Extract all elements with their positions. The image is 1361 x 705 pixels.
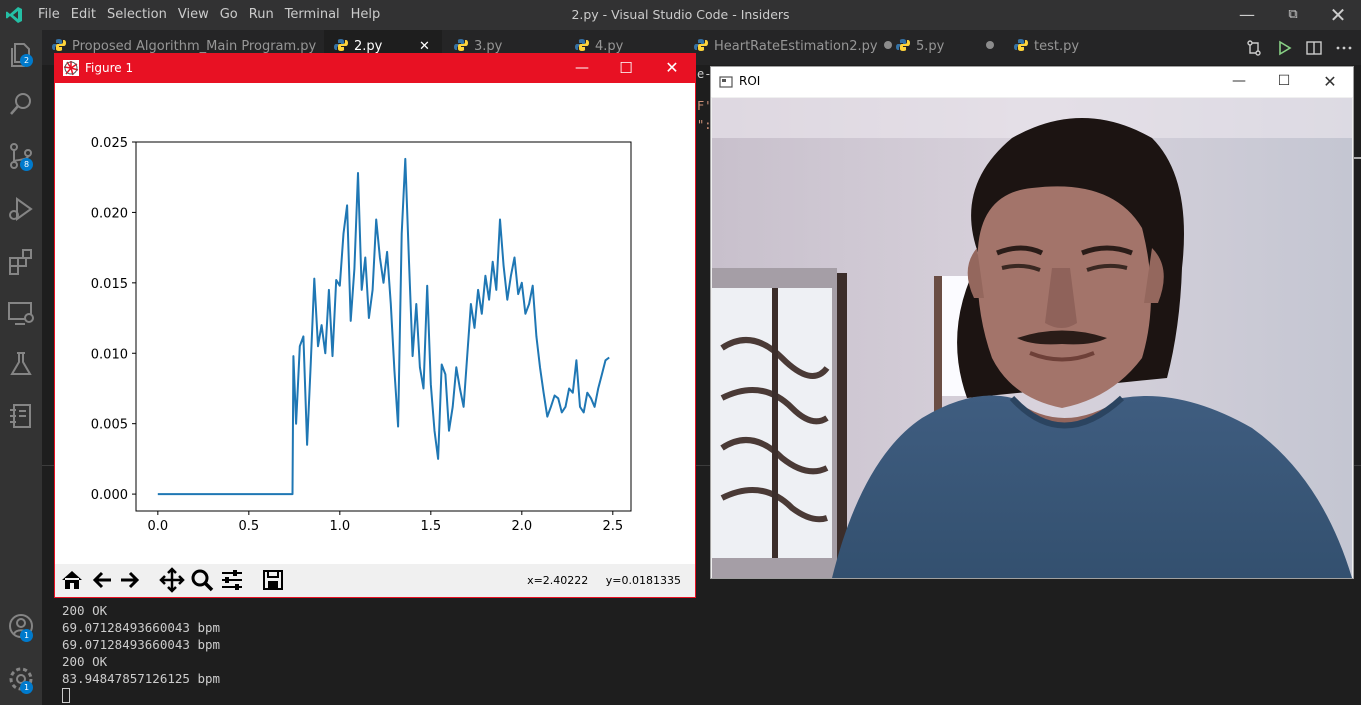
figure-minimize-icon[interactable]: — — [560, 54, 604, 83]
roi-title: ROI — [739, 74, 761, 88]
compare-changes-icon[interactable] — [1245, 39, 1263, 57]
figure-title-bar[interactable]: Figure 1 — ☐ ✕ — [55, 54, 695, 83]
terminal-line: 69.07128493660043 bpm — [62, 620, 221, 635]
terminal-line: 83.94847857126125 bpm — [62, 671, 221, 686]
terminal-line: 200 OK — [62, 654, 108, 669]
x-tick-label: 0.5 — [238, 519, 259, 534]
back-arrow-icon[interactable] — [89, 567, 115, 593]
vscode-logo-icon — [6, 7, 22, 23]
zoom-icon[interactable] — [189, 567, 215, 593]
tab-label: 2.py — [354, 39, 383, 54]
cursor-coordinates: x=2.40222 y=0.0181335 — [527, 574, 681, 587]
python-file-icon — [454, 39, 468, 51]
unsaved-dot-icon[interactable] — [986, 41, 995, 49]
extensions-icon[interactable] — [5, 245, 37, 277]
close-icon[interactable]: ✕ — [1315, 0, 1361, 30]
menu-view[interactable]: View — [178, 0, 216, 30]
tab-label: 4.py — [595, 39, 624, 54]
terminal-line: 200 OK — [62, 603, 108, 618]
roi-minimize-icon[interactable]: — — [1216, 67, 1262, 97]
plot-canvas[interactable]: 0.0 0.5 1.0 1.5 2.0 2.5 0.000 0.005 0.010 0.015 0.… — [55, 83, 695, 563]
y-tick-label: 0.015 — [91, 277, 128, 292]
figure-title: Figure 1 — [85, 61, 134, 75]
pan-icon[interactable] — [159, 567, 185, 593]
terminal-output: 200 OK 69.07128493660043 bpm 69.0712849366… — [62, 602, 220, 704]
y-tick-label: 0.000 — [91, 488, 128, 503]
activity-bar: 2 8 1 1 — [0, 30, 42, 705]
roi-close-icon[interactable]: ✕ — [1307, 67, 1353, 97]
x-tick-label: 2.0 — [511, 519, 532, 534]
y-tick-label: 0.025 — [91, 136, 128, 151]
run-debug-icon[interactable] — [5, 193, 37, 225]
python-file-icon — [1014, 39, 1028, 51]
home-icon[interactable] — [59, 567, 85, 593]
testing-icon[interactable] — [5, 348, 37, 380]
terminal-line: 69.07128493660043 bpm — [62, 637, 221, 652]
explorer-badge: 2 — [20, 54, 33, 67]
x-tick-label: 1.5 — [420, 519, 441, 534]
tab-label: HeartRateEstimation2.py — [714, 39, 878, 54]
tab-test-py[interactable]: test.py — [1014, 30, 1124, 65]
series-line — [157, 157, 610, 496]
minimize-icon[interactable]: — — [1224, 0, 1270, 30]
y-tick-label: 0.005 — [91, 418, 128, 433]
unsaved-dot-icon[interactable] — [883, 41, 892, 49]
accounts-badge: 1 — [20, 629, 33, 642]
axes-frame — [135, 141, 632, 512]
tab-label: test.py — [1034, 39, 1080, 54]
menu-edit[interactable]: Edit — [71, 0, 103, 30]
menu-go[interactable]: Go — [220, 0, 245, 30]
y-tick-label: 0.020 — [91, 206, 128, 221]
notebook-icon[interactable] — [5, 400, 37, 432]
matplotlib-icon — [63, 60, 79, 76]
tab-heartrateestimation2[interactable]: HeartRateEstimation2.py — [694, 30, 892, 65]
opencv-window-icon — [719, 76, 733, 88]
tab-label: 3.py — [474, 39, 503, 54]
menu-help[interactable]: Help — [351, 0, 388, 30]
figure-toolbar: x=2.40222 y=0.0181335 — [55, 564, 695, 597]
python-file-icon — [575, 39, 589, 51]
python-file-icon — [52, 39, 66, 51]
y-tick-label: 0.010 — [91, 347, 128, 362]
x-tick-label: 0.0 — [147, 519, 168, 534]
python-file-icon — [694, 39, 708, 51]
scrollbar-marker — [1354, 157, 1361, 159]
terminal-cursor[interactable] — [62, 688, 70, 703]
tab-label: 5.py — [916, 39, 945, 54]
roi-window[interactable]: ROI — ☐ ✕ — [710, 66, 1354, 579]
roi-maximize-icon[interactable]: ☐ — [1261, 67, 1307, 97]
menu-file[interactable]: File — [38, 0, 67, 30]
configure-subplots-icon[interactable] — [219, 567, 245, 593]
x-tick-label: 2.5 — [602, 519, 623, 534]
tab-label: Proposed Algorithm_Main Program.py — [72, 39, 317, 54]
title-bar: File Edit Selection View Go Run Terminal… — [0, 0, 1361, 30]
forward-arrow-icon[interactable] — [117, 567, 143, 593]
split-editor-icon[interactable] — [1305, 39, 1323, 57]
settings-badge: 1 — [20, 681, 33, 694]
camera-frame-image — [712, 98, 1352, 578]
menu-bar: File Edit Selection View Go Run Terminal… — [38, 0, 391, 30]
search-icon[interactable] — [5, 88, 37, 120]
figure-window[interactable]: Figure 1 — ☐ ✕ 0.0 0.5 1.0 1.5 2.0 2.5 0.000 0.… — [54, 53, 696, 598]
menu-selection[interactable]: Selection — [107, 0, 174, 30]
save-figure-icon[interactable] — [260, 567, 286, 593]
restore-icon[interactable]: ⧉ — [1270, 0, 1316, 30]
menu-terminal[interactable]: Terminal — [285, 0, 347, 30]
roi-title-bar[interactable]: ROI — ☐ ✕ — [711, 67, 1353, 97]
x-tick-label: 1.0 — [329, 519, 350, 534]
editor-actions — [1245, 30, 1353, 65]
figure-maximize-icon[interactable]: ☐ — [604, 54, 648, 83]
tab-5-py[interactable]: 5.py — [896, 30, 1006, 65]
python-file-icon — [896, 39, 910, 51]
python-file-icon — [334, 39, 348, 51]
run-python-icon[interactable] — [1275, 39, 1293, 57]
more-actions-icon[interactable] — [1335, 39, 1353, 57]
menu-run[interactable]: Run — [249, 0, 281, 30]
source-control-badge: 8 — [20, 158, 33, 171]
figure-close-icon[interactable]: ✕ — [650, 54, 694, 83]
remote-explorer-icon[interactable] — [5, 297, 37, 329]
